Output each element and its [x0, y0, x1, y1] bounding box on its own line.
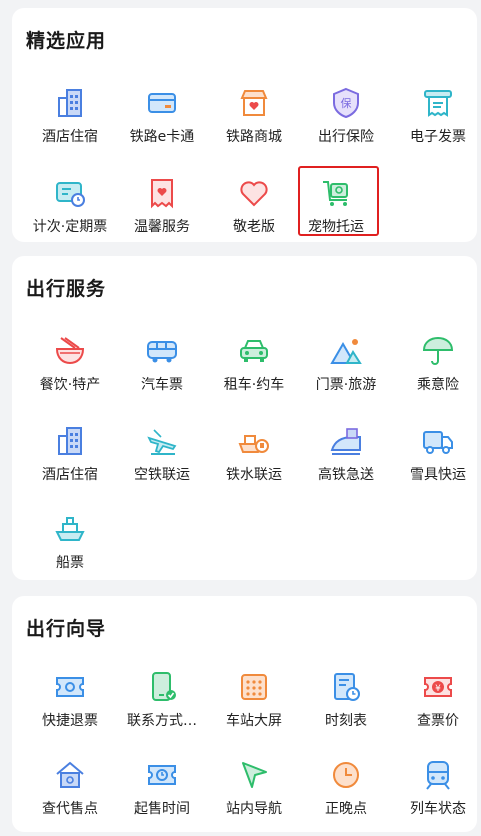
- guide-label: 查代售点: [42, 801, 98, 817]
- service-label: 乘意险: [417, 377, 459, 393]
- sale-time-icon: [145, 758, 179, 792]
- service-item-hotel[interactable]: 酒店住宿: [24, 422, 116, 492]
- service-label: 高铁急送: [318, 467, 374, 483]
- insurance-icon: 保: [329, 86, 363, 120]
- guide-item-station-board[interactable]: 车站大屏: [208, 668, 300, 738]
- pet-carrier-icon: [319, 176, 353, 210]
- app-item-rail-card[interactable]: 铁路e卡通: [116, 84, 208, 154]
- guide-label: 列车状态: [410, 801, 466, 817]
- service-item-rail-water[interactable]: 铁水联运: [208, 422, 300, 492]
- service-label: 酒店住宿: [42, 467, 98, 483]
- svg-text:¥: ¥: [435, 684, 441, 694]
- service-item-tickets-tourism[interactable]: 门票·旅游: [300, 332, 392, 402]
- guide-label: 正晚点: [325, 801, 367, 817]
- ship-rail-icon: [237, 424, 271, 458]
- service-item-ferry[interactable]: 船票: [24, 510, 116, 580]
- hotel-icon: [53, 424, 87, 458]
- guide-item-timetable[interactable]: 时刻表: [300, 668, 392, 738]
- app-label: 宠物托运: [308, 219, 364, 235]
- service-label: 铁水联运: [226, 467, 282, 483]
- invoice-icon: [421, 86, 455, 120]
- app-item-periodic-ticket[interactable]: 计次·定期票: [24, 174, 116, 244]
- section-travel-services: 出行服务 餐饮·特产 汽车票 租车·约车 门票·旅游 乘意险 酒店住宿 空铁联运…: [12, 256, 477, 580]
- guide-label: 时刻表: [325, 713, 367, 729]
- shop-icon: [237, 86, 271, 120]
- timetable-icon: [329, 670, 363, 704]
- care-service-icon: [145, 176, 179, 210]
- app-label: 酒店住宿: [42, 129, 98, 145]
- plane-icon: [145, 424, 179, 458]
- service-item-travel-insurance[interactable]: 乘意险: [392, 332, 481, 402]
- refund-ticket-icon: [53, 670, 87, 704]
- express-train-icon: [329, 424, 363, 458]
- guide-item-sale-time[interactable]: 起售时间: [116, 756, 208, 826]
- service-label: 汽车票: [141, 377, 183, 393]
- umbrella-icon: [421, 334, 455, 368]
- guide-label: 快捷退票: [42, 713, 98, 729]
- service-item-car-rental[interactable]: 租车·约车: [208, 332, 300, 402]
- app-item-care-service[interactable]: 温馨服务: [116, 174, 208, 244]
- guide-item-station-navigation[interactable]: 站内导航: [208, 756, 300, 826]
- elder-heart-icon: [237, 176, 271, 210]
- service-label: 门票·旅游: [315, 377, 377, 393]
- app-label: 温馨服务: [134, 219, 190, 235]
- app-item-insurance[interactable]: 保 出行保险: [300, 84, 392, 154]
- app-label: 计次·定期票: [32, 219, 108, 235]
- truck-icon: [421, 424, 455, 458]
- navigation-arrow-icon: [237, 758, 271, 792]
- guide-label: 车站大屏: [226, 713, 282, 729]
- app-item-elder-mode[interactable]: 敬老版: [208, 174, 300, 244]
- guide-item-fare-check[interactable]: ¥ 查票价: [392, 668, 481, 738]
- service-label: 餐饮·特产: [39, 377, 101, 393]
- guide-label: 站内导航: [226, 801, 282, 817]
- train-status-icon: [421, 758, 455, 792]
- service-label: 船票: [56, 555, 84, 571]
- station-board-icon: [237, 670, 271, 704]
- guide-label: 查票价: [417, 713, 459, 729]
- card-icon: [145, 86, 179, 120]
- service-item-air-rail[interactable]: 空铁联运: [116, 422, 208, 492]
- app-item-pet-transport[interactable]: 宠物托运: [290, 174, 382, 244]
- service-label: 租车·约车: [223, 377, 285, 393]
- app-label: 铁路商城: [226, 129, 282, 145]
- mountain-icon: [329, 334, 363, 368]
- service-label: 空铁联运: [134, 467, 190, 483]
- guide-label: 起售时间: [134, 801, 190, 817]
- car-icon: [237, 334, 271, 368]
- bus-icon: [145, 334, 179, 368]
- guide-item-quick-refund[interactable]: 快捷退票: [24, 668, 116, 738]
- app-label: 出行保险: [318, 129, 374, 145]
- service-item-express[interactable]: 高铁急送: [300, 422, 392, 492]
- service-item-bus[interactable]: 汽车票: [116, 332, 208, 402]
- ship-icon: [53, 512, 87, 546]
- guide-item-on-time[interactable]: 正晚点: [300, 756, 392, 826]
- service-item-dining[interactable]: 餐饮·特产: [24, 332, 116, 402]
- clock-icon: [329, 758, 363, 792]
- service-item-ski-express[interactable]: 雪具快运: [392, 422, 481, 492]
- phone-check-icon: [145, 670, 179, 704]
- app-label: 电子发票: [410, 129, 466, 145]
- app-item-e-invoice[interactable]: 电子发票: [392, 84, 481, 154]
- section-featured-apps: 精选应用 酒店住宿 铁路e卡通 铁路商城 保 出行保险 电子发票 计次·定期票 …: [12, 8, 477, 242]
- app-label: 敬老版: [233, 219, 275, 235]
- agency-home-icon: [53, 758, 87, 792]
- svg-text:保: 保: [341, 96, 352, 110]
- guide-item-agency[interactable]: 查代售点: [24, 756, 116, 826]
- hotel-icon: [53, 86, 87, 120]
- periodic-ticket-icon: [53, 176, 87, 210]
- app-label: 铁路e卡通: [129, 129, 195, 145]
- noodle-bowl-icon: [53, 334, 87, 368]
- service-label: 雪具快运: [410, 467, 466, 483]
- guide-item-train-status[interactable]: 列车状态: [392, 756, 481, 826]
- guide-item-contact[interactable]: 联系方式…: [116, 668, 208, 738]
- app-item-hotel[interactable]: 酒店住宿: [24, 84, 116, 154]
- price-ticket-icon: ¥: [421, 670, 455, 704]
- section-travel-guide: 出行向导 快捷退票 联系方式… 车站大屏 时刻表 ¥ 查票价 查代售点 起售时间…: [12, 596, 477, 832]
- app-item-rail-mall[interactable]: 铁路商城: [208, 84, 300, 154]
- guide-label: 联系方式…: [127, 713, 197, 729]
